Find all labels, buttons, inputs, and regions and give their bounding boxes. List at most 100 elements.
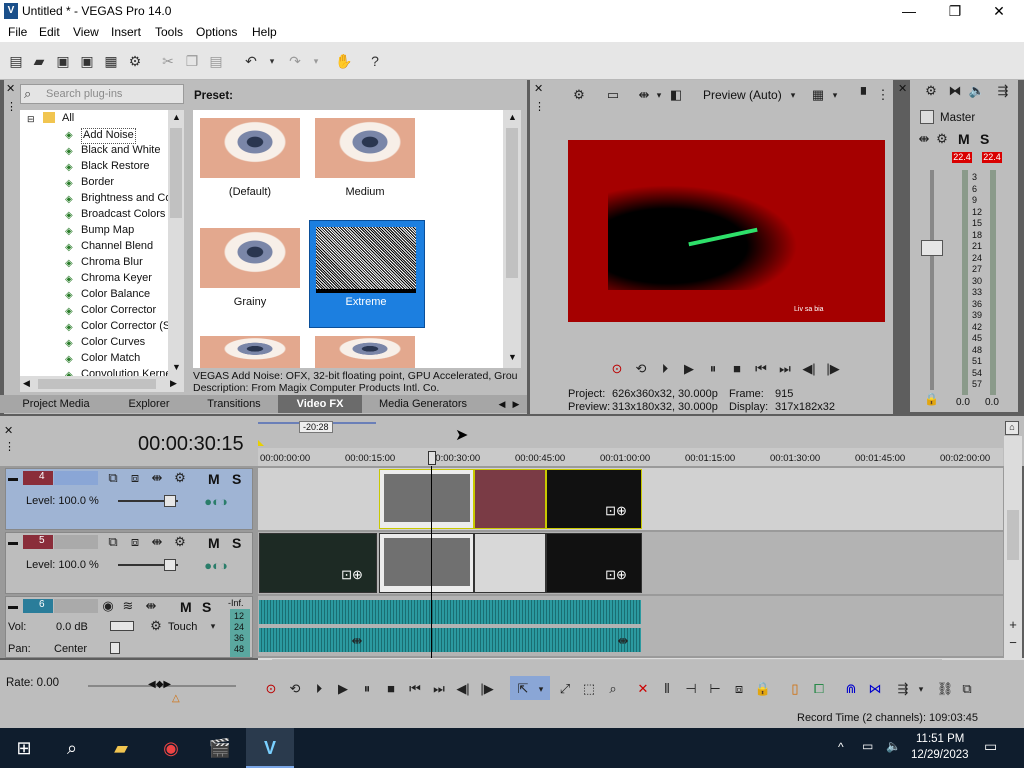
go-to-start-icon[interactable]: ⏮ xyxy=(406,680,424,698)
panel-close-icon[interactable]: ✕ xyxy=(6,82,15,95)
track-lane-5[interactable]: ⊡⊕ ⊡⊕ xyxy=(258,532,1003,594)
right-panel-toggle-icon[interactable]: ⌂ xyxy=(1005,421,1019,435)
track-6-touch-gear-icon[interactable]: ⚙ xyxy=(148,617,164,635)
play-icon[interactable]: ▶ xyxy=(334,680,352,698)
undo-icon[interactable]: ↶ xyxy=(241,51,261,71)
movie-studio-icon[interactable]: 🎬 xyxy=(208,736,232,760)
tabs-scroll-right-icon[interactable]: ▶ xyxy=(510,395,522,413)
hscroll-thumb[interactable] xyxy=(38,379,156,389)
track-lane-6[interactable]: ⇼ ⇼ xyxy=(258,596,1003,656)
preset-thumb-default[interactable] xyxy=(200,118,300,178)
track-4-mute[interactable]: M xyxy=(208,471,220,487)
plugin-item[interactable]: Broadcast Colors xyxy=(81,208,165,224)
plugin-item[interactable]: Black and White xyxy=(81,144,160,160)
mixer-close-icon[interactable]: ✕ xyxy=(898,82,907,95)
properties-gear-icon[interactable]: ⚙ xyxy=(125,51,145,71)
preset-thumb-row3-b[interactable] xyxy=(315,336,415,368)
track-5-motion-icon[interactable]: ⧉ xyxy=(104,533,122,551)
clip-4-pan-crop-icon[interactable]: ⊡⊕ xyxy=(596,502,636,520)
menu-tools[interactable]: Tools xyxy=(155,25,183,39)
timeline-close-icon[interactable]: ✕ xyxy=(4,424,13,437)
tab-explorer[interactable]: Explorer xyxy=(108,395,190,413)
plugin-item[interactable]: Color Corrector (S xyxy=(81,320,170,336)
tray-chevron-icon[interactable]: ^ xyxy=(838,740,844,754)
windows-start-icon[interactable]: ⊞ xyxy=(12,736,36,760)
scroll-up-icon[interactable]: ▲ xyxy=(172,112,181,122)
redo-icon[interactable]: ↷ xyxy=(285,51,305,71)
volume-icon[interactable]: 🔈 xyxy=(886,739,901,753)
prev-frame-icon[interactable]: ◀| xyxy=(454,680,472,698)
preset-scroll-down-icon[interactable]: ▼ xyxy=(508,352,517,362)
playhead-marker-icon[interactable] xyxy=(428,451,436,465)
plugin-item[interactable]: Brightness and Co xyxy=(81,192,172,208)
help-icon[interactable]: ? xyxy=(365,51,385,71)
tab-video-fx[interactable]: Video FX xyxy=(278,395,362,413)
overlays-grid-icon[interactable]: ▦ xyxy=(808,86,828,104)
preview-loop-icon[interactable]: ⟲ xyxy=(632,360,650,378)
preset-scroll-thumb[interactable] xyxy=(506,128,518,278)
ignore-grouping-icon[interactable]: ⧉ xyxy=(958,680,976,698)
track-5-level-thumb[interactable] xyxy=(164,559,176,571)
event-tool-icon[interactable]: ✋ xyxy=(334,51,354,71)
clip-4b[interactable] xyxy=(474,469,546,529)
auto-ripple-icon[interactable]: ⇶ xyxy=(894,680,912,698)
plugin-item[interactable]: Add Noise xyxy=(81,128,136,144)
track-6-fx-icon[interactable]: ⇼ xyxy=(142,597,160,615)
open-folder-icon[interactable]: ▰ xyxy=(29,51,49,71)
plugin-item[interactable]: Convolution Kerne xyxy=(81,368,172,376)
plugin-tree-hscrollbar[interactable]: ◀ ▶ xyxy=(20,376,184,392)
preset-thumb-extreme[interactable] xyxy=(316,227,416,289)
menu-edit[interactable]: Edit xyxy=(39,25,60,39)
preview-quality-dropdown[interactable]: Preview (Auto) xyxy=(703,88,782,102)
preset-thumb-medium[interactable] xyxy=(315,118,415,178)
menu-file[interactable]: File xyxy=(8,25,27,39)
pause-icon[interactable]: ⏸ xyxy=(358,680,376,698)
preview-play-icon[interactable]: ▶ xyxy=(680,360,698,378)
plugin-item[interactable]: Color Balance xyxy=(81,288,150,304)
timeline-vscrollbar[interactable]: + − xyxy=(1004,436,1022,658)
clip-4c[interactable] xyxy=(546,469,642,529)
preset-default-label[interactable]: (Default) xyxy=(193,186,310,198)
menu-options[interactable]: Options xyxy=(196,25,237,39)
preview-more-icon[interactable]: ⋮ xyxy=(876,86,890,104)
master-mute-button[interactable]: M xyxy=(958,131,970,147)
play-from-start-icon[interactable]: ⏵ xyxy=(310,680,328,698)
render-icon[interactable]: ▦ xyxy=(101,51,121,71)
trim-end-icon[interactable]: ⊢ xyxy=(706,680,724,698)
preview-record-icon[interactable]: ⊙ xyxy=(608,360,626,378)
preset-scroll-up-icon[interactable]: ▲ xyxy=(508,112,517,122)
plugin-tree-scrollbar[interactable]: ▲ ▼ xyxy=(168,110,184,376)
audio-fx-icon-b[interactable]: ⇼ xyxy=(616,632,630,650)
track-5-name-field[interactable] xyxy=(54,535,98,549)
master-solo-button[interactable]: S xyxy=(980,131,989,147)
plugin-item[interactable]: Bump Map xyxy=(81,224,134,240)
track-header-6[interactable]: ▬ 6 ◉ ≋ ⇼ M S -Inf. Vol: 0.0 dB ⚙ Touch … xyxy=(5,596,253,658)
track-4-composite-mode-icon[interactable]: ●◐◑ xyxy=(188,493,244,511)
timeline-vscroll-thumb[interactable] xyxy=(1007,510,1019,560)
loop-region-start-icon[interactable] xyxy=(258,440,264,446)
preview-next-frame-icon[interactable]: |▶ xyxy=(824,360,842,378)
go-to-end-icon[interactable]: ⏭ xyxy=(430,680,448,698)
mixer-gear-icon[interactable]: ⚙ xyxy=(922,82,940,100)
tab-media-generators[interactable]: Media Generators xyxy=(364,395,482,413)
track-5-solo[interactable]: S xyxy=(232,535,241,551)
track-5-fx-icon[interactable]: ⇼ xyxy=(148,533,166,551)
track-5-gear-icon[interactable]: ⚙ xyxy=(171,533,189,551)
preset-thumb-grainy[interactable] xyxy=(200,228,300,288)
zoom-tool-icon[interactable]: ⌕ xyxy=(604,680,622,698)
overlays-dropdown-icon[interactable]: ▾ xyxy=(830,86,840,104)
plugin-item[interactable]: Chroma Blur xyxy=(81,256,143,272)
track-6-automation-dropdown-icon[interactable]: ▾ xyxy=(208,617,218,635)
redo-dropdown-icon[interactable]: ▾ xyxy=(306,51,326,71)
minimize-button[interactable]: — xyxy=(886,0,932,22)
trim-start-icon[interactable]: ⊣ xyxy=(682,680,700,698)
preview-go-start-icon[interactable]: ⏮ xyxy=(752,360,770,378)
scroll-thumb[interactable] xyxy=(170,128,182,218)
taskbar-search-icon[interactable]: ⌕ xyxy=(60,736,84,760)
track-6-solo[interactable]: S xyxy=(202,599,211,615)
save-icon[interactable]: ▣ xyxy=(53,51,73,71)
track-6-pan-thumb[interactable] xyxy=(110,642,120,654)
plugin-item[interactable]: Channel Blend xyxy=(81,240,153,256)
timeline-zoom-out-icon[interactable]: − xyxy=(1006,634,1020,652)
mixer-downmix-icon[interactable]: ⇶ xyxy=(994,82,1012,100)
